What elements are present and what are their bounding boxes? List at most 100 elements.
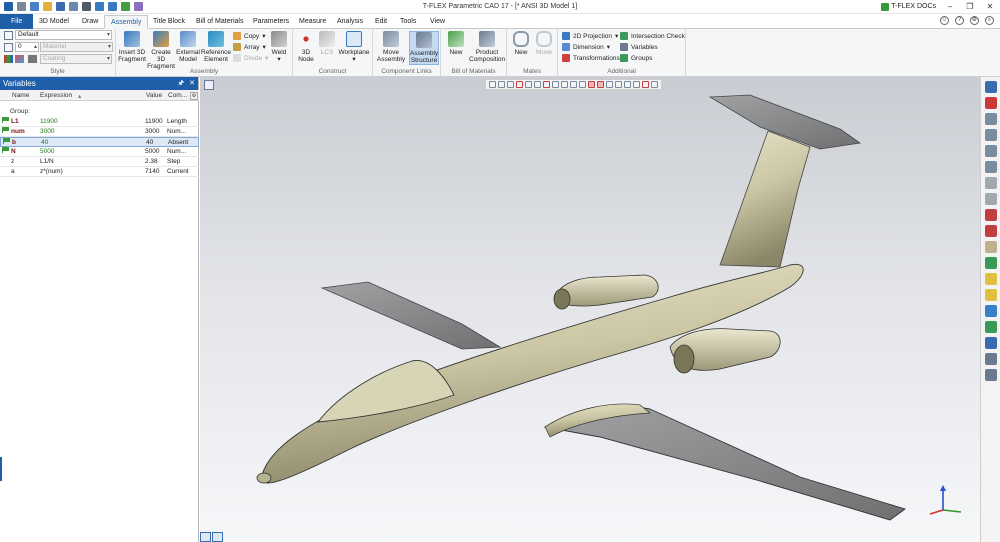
tab-title-block[interactable]: Title Block (147, 15, 191, 29)
triangle-icon[interactable] (984, 305, 997, 317)
user-icon[interactable]: ☺ (940, 16, 949, 25)
transformations-button[interactable]: Transformations (562, 53, 620, 63)
reference-element-button[interactable]: Reference Element (201, 31, 231, 63)
col-value[interactable]: Value (146, 92, 162, 99)
table-row[interactable]: a z*(num) 7140 Current (0, 167, 199, 177)
component-links-group-label: Component Links (381, 68, 432, 75)
var-comment[interactable]: Num... (167, 127, 186, 137)
check-2-icon[interactable] (984, 225, 997, 237)
table-row[interactable]: z L1/N 2.38 Step (0, 157, 199, 167)
zoom-out-icon[interactable] (984, 145, 997, 157)
tab-assembly[interactable]: Assembly (104, 15, 149, 29)
var-comment[interactable]: Current (167, 167, 189, 177)
table-row[interactable]: b 40 40 Absent (0, 137, 199, 147)
section-view-icon[interactable] (984, 257, 997, 269)
tab-view[interactable]: View (424, 15, 451, 29)
help-icon[interactable]: ? (955, 16, 964, 25)
product-composition-button[interactable]: Product Composition (469, 31, 505, 63)
search-icon[interactable]: ⌕ (985, 16, 994, 25)
array-button[interactable]: Array ▾ (233, 42, 266, 52)
rotate-view-icon[interactable] (984, 193, 997, 205)
3d-viewport[interactable] (200, 77, 980, 542)
magnet-icon[interactable] (984, 81, 997, 93)
var-expression[interactable]: 5000 (40, 147, 54, 157)
fit-view-icon[interactable] (984, 161, 997, 173)
render-icon[interactable] (984, 321, 997, 333)
mates-new-button[interactable]: New (510, 31, 532, 56)
3d-node-button[interactable]: 3D Node (295, 31, 317, 63)
tab-edit[interactable]: Edit (369, 15, 393, 29)
check-icon[interactable] (984, 209, 997, 221)
mates-group: New Move Mates (507, 29, 558, 77)
camera-icon[interactable] (984, 337, 997, 349)
2d-projection-button[interactable]: 2D Projection ▾ (562, 31, 618, 41)
intersection-check-button[interactable]: Intersection Check (620, 31, 685, 41)
workplane-button[interactable]: Workplane ▾ (338, 31, 370, 63)
material-icon[interactable] (984, 289, 997, 301)
plane-icon[interactable] (984, 241, 997, 253)
var-expression[interactable]: 3000 (40, 127, 54, 137)
split-view-icon[interactable] (212, 532, 223, 542)
var-comment[interactable]: Length (167, 117, 187, 127)
zoom-in-icon[interactable] (984, 129, 997, 141)
external-model-button[interactable]: External Model (176, 31, 200, 63)
dimension-button[interactable]: Dimension ▾ (562, 42, 610, 52)
layer-combo[interactable]: 0 ▴ (15, 42, 39, 52)
tab-tools[interactable]: Tools (394, 15, 422, 29)
display-icon[interactable] (984, 369, 997, 381)
create-3d-fragment-button[interactable]: Create 3D Fragment (147, 31, 175, 70)
zoom-window-icon[interactable] (984, 113, 997, 125)
light-icon[interactable] (984, 353, 997, 365)
tab-analysis[interactable]: Analysis (331, 15, 369, 29)
aircraft-3d-model[interactable] (200, 77, 980, 542)
close-button[interactable]: ✕ (984, 1, 996, 12)
material-placeholder: Material (43, 43, 67, 50)
weld-button[interactable]: Weld ▾ (268, 31, 290, 63)
snap-icon[interactable] (984, 97, 997, 109)
var-expression[interactable]: z*(num) (40, 167, 63, 177)
docs-button[interactable]: T-FLEX DOCs (881, 2, 936, 11)
var-comment[interactable]: Step (167, 157, 180, 167)
color-swatch[interactable] (28, 55, 37, 63)
tab-parameters[interactable]: Parameters (247, 15, 295, 29)
tab-3d-model[interactable]: 3D Model (33, 15, 75, 29)
color-palette-icon[interactable] (4, 55, 13, 63)
grid-settings-icon[interactable]: ⚙ (190, 92, 198, 100)
col-comment[interactable]: Com... (168, 92, 187, 99)
tab-measure[interactable]: Measure (293, 15, 332, 29)
var-comment[interactable]: Num... (167, 147, 186, 157)
tab-bill-of-materials[interactable]: Bill of Materials (190, 15, 249, 29)
groups-button[interactable]: Groups (620, 53, 652, 63)
window-layout-icon[interactable] (200, 532, 211, 542)
style-combo[interactable]: Default ▾ (15, 30, 112, 40)
shading-icon[interactable] (984, 273, 997, 285)
copy-button[interactable]: Copy ▾ (233, 31, 265, 41)
move-assembly-button[interactable]: Move Assembly (375, 31, 407, 63)
restore-button[interactable]: ❐ (964, 1, 976, 12)
bom-new-button[interactable]: New (444, 31, 468, 56)
mates-move-button[interactable]: Move (533, 31, 555, 56)
panel-close-icon[interactable]: ✕ (189, 77, 195, 90)
pan-icon[interactable] (984, 177, 997, 189)
table-row[interactable]: num 3000 3000 Num... (0, 127, 199, 137)
tab-file[interactable]: File (0, 14, 34, 29)
coating-combo[interactable]: Coating ▾ (40, 54, 112, 64)
minimize-button[interactable]: – (944, 1, 956, 12)
col-name[interactable]: Name (12, 92, 29, 99)
var-expression[interactable]: L1/N (40, 157, 54, 167)
col-expression[interactable]: Expression (40, 92, 72, 99)
table-row[interactable]: N 5000 5000 Num... (0, 147, 199, 157)
tab-draw[interactable]: Draw (76, 15, 104, 29)
pin-icon[interactable]: 🖈 (178, 77, 184, 90)
variables-button[interactable]: Variables (620, 42, 658, 52)
insert-3d-fragment-button[interactable]: Insert 3D Fragment (118, 31, 146, 63)
material-combo[interactable]: Material ▾ (40, 42, 113, 52)
divide-button[interactable]: Divide ▾ (233, 53, 268, 63)
lcs-button[interactable]: LCS (318, 31, 336, 56)
table-row[interactable]: L1 11900 11900 Length (0, 117, 199, 127)
rainbow-icon[interactable] (15, 55, 24, 63)
variables-panel-title: Variables (3, 79, 36, 88)
assembly-structure-button[interactable]: Assembly Structure (409, 31, 439, 65)
var-expression[interactable]: 11900 (40, 117, 58, 127)
settings-icon[interactable]: ⚙ (970, 16, 979, 25)
